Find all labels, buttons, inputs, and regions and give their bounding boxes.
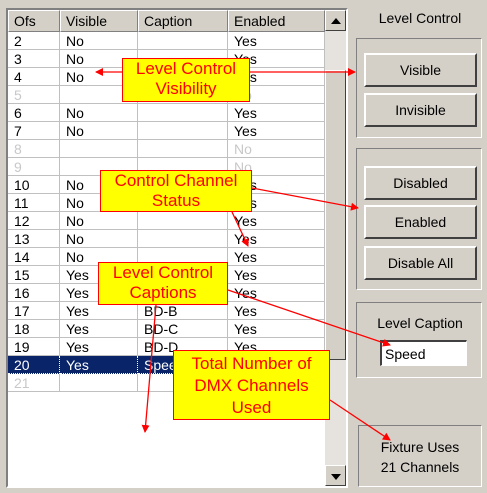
cell-enabled[interactable]: Yes (228, 284, 325, 302)
table-row[interactable]: 12 No Yes (8, 212, 325, 230)
cell-visible[interactable]: No (60, 32, 138, 50)
arrow-up-icon (331, 18, 341, 24)
arrow-down-icon (331, 474, 341, 480)
scroll-thumb[interactable] (325, 70, 346, 360)
callout-status-line1: Control Channel (114, 171, 238, 190)
callout-status-line2: Status (151, 191, 201, 210)
cell-ofs[interactable]: 9 (8, 158, 60, 176)
cell-enabled[interactable]: Yes (228, 266, 325, 284)
cell-ofs[interactable]: 13 (8, 230, 60, 248)
cell-enabled[interactable]: No (228, 140, 325, 158)
callout-total-line3: Used (231, 398, 272, 417)
callout-visibility-line2: Visibility (155, 79, 217, 98)
cell-ofs[interactable]: 7 (8, 122, 60, 140)
fixture-uses-line1: Fixture Uses (380, 439, 460, 455)
cell-ofs[interactable]: 17 (8, 302, 60, 320)
cell-caption[interactable] (138, 140, 228, 158)
callout-total-dmx-channels: Total Number of DMX Channels Used (173, 350, 330, 420)
callout-level-control-captions: Level Control Captions (98, 262, 228, 305)
callout-visibility-line1: Level Control (135, 59, 237, 78)
cell-ofs[interactable]: 16 (8, 284, 60, 302)
callout-captions-line2: Captions (129, 283, 197, 302)
cell-ofs[interactable]: 3 (8, 50, 60, 68)
cell-ofs[interactable]: 12 (8, 212, 60, 230)
table-row[interactable]: 8 No (8, 140, 325, 158)
callout-total-line1: Total Number of (191, 354, 312, 373)
cell-ofs[interactable]: 8 (8, 140, 60, 158)
cell-ofs[interactable]: 6 (8, 104, 60, 122)
scroll-down-button[interactable] (325, 465, 346, 486)
dmx-fixture-editor: Ofs Visible Caption Enabled 2NoYes3NoYes… (0, 0, 487, 493)
scroll-up-button[interactable] (325, 10, 346, 31)
cell-visible[interactable]: No (60, 122, 138, 140)
cell-enabled[interactable]: Yes (228, 320, 325, 338)
cell-caption[interactable] (138, 32, 228, 50)
level-caption-input[interactable] (380, 340, 467, 366)
column-header-visible[interactable]: Visible (60, 10, 138, 32)
cell-ofs[interactable]: 19 (8, 338, 60, 356)
callout-total-line2: DMX Channels (194, 376, 309, 395)
cell-caption[interactable] (138, 212, 228, 230)
cell-enabled[interactable]: Yes (228, 212, 325, 230)
table-row[interactable]: 2 No Yes (8, 32, 325, 50)
disable-all-button[interactable]: Disable All (364, 246, 477, 280)
cell-visible[interactable]: Yes (60, 338, 138, 356)
cell-enabled[interactable]: Yes (228, 122, 325, 140)
column-header-caption[interactable]: Caption (138, 10, 228, 32)
cell-enabled[interactable]: Yes (228, 104, 325, 122)
level-control-title: Level Control (378, 10, 462, 26)
fixture-uses-status: Fixture Uses 21 Channels (363, 431, 477, 485)
cell-ofs[interactable]: 15 (8, 266, 60, 284)
cell-visible[interactable] (60, 374, 138, 392)
table-row[interactable]: 18 Yes BD-C Yes (8, 320, 325, 338)
cell-visible[interactable]: Yes (60, 356, 138, 374)
cell-ofs[interactable]: 5 (8, 86, 60, 104)
cell-visible[interactable]: No (60, 212, 138, 230)
cell-ofs[interactable]: 20 (8, 356, 60, 374)
cell-caption[interactable] (138, 122, 228, 140)
cell-enabled[interactable]: Yes (228, 230, 325, 248)
cell-enabled[interactable]: Yes (228, 32, 325, 50)
callout-control-channel-status: Control Channel Status (100, 170, 252, 212)
fixture-uses-line2: 21 Channels (380, 459, 460, 475)
cell-visible[interactable]: No (60, 104, 138, 122)
cell-ofs[interactable]: 10 (8, 176, 60, 194)
disabled-button[interactable]: Disabled (364, 166, 477, 200)
level-caption-title: Level Caption (377, 315, 463, 331)
cell-ofs[interactable]: 2 (8, 32, 60, 50)
cell-visible[interactable]: No (60, 230, 138, 248)
table-row[interactable]: 6 No Yes (8, 104, 325, 122)
enabled-button[interactable]: Enabled (364, 205, 477, 239)
column-header-enabled[interactable]: Enabled (228, 10, 325, 32)
cell-ofs[interactable]: 4 (8, 68, 60, 86)
cell-caption[interactable]: BD-C (138, 320, 228, 338)
cell-visible[interactable] (60, 140, 138, 158)
table-row[interactable]: 7 No Yes (8, 122, 325, 140)
cell-ofs[interactable]: 11 (8, 194, 60, 212)
cell-ofs[interactable]: 21 (8, 374, 60, 392)
cell-enabled[interactable]: Yes (228, 248, 325, 266)
cell-caption[interactable] (138, 230, 228, 248)
callout-captions-line1: Level Control (112, 263, 214, 282)
callout-level-control-visibility: Level Control Visibility (122, 58, 250, 102)
cell-caption[interactable] (138, 104, 228, 122)
cell-enabled[interactable]: Yes (228, 302, 325, 320)
invisible-button[interactable]: Invisible (364, 93, 477, 127)
table-row[interactable]: 13 No Yes (8, 230, 325, 248)
cell-ofs[interactable]: 14 (8, 248, 60, 266)
column-header-ofs[interactable]: Ofs (8, 10, 60, 32)
cell-ofs[interactable]: 18 (8, 320, 60, 338)
visible-button[interactable]: Visible (364, 53, 477, 87)
cell-visible[interactable]: Yes (60, 320, 138, 338)
